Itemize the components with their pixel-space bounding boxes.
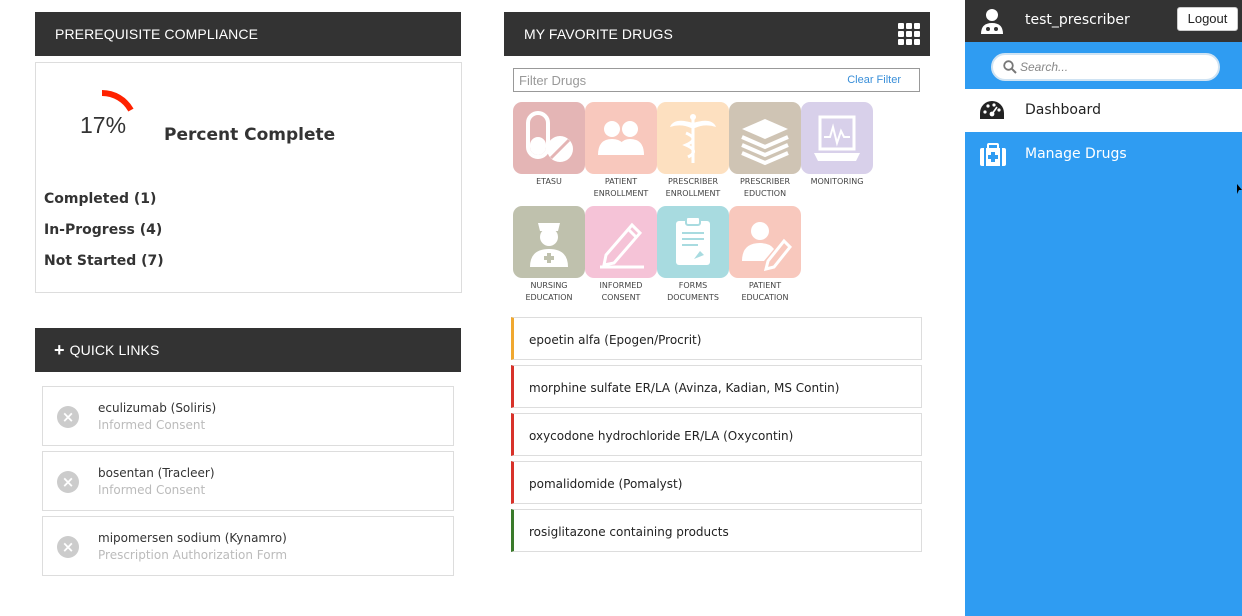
in-progress-count: In-Progress (4) bbox=[44, 222, 163, 238]
drug-name[interactable]: oxycodone hydrochloride ER/LA (Oxycontin… bbox=[529, 429, 793, 443]
tile-label: NURSING EDUCATION bbox=[525, 281, 573, 302]
quick-link-item[interactable]: × mipomersen sodium (Kynamro) Prescripti… bbox=[42, 516, 454, 576]
filter-drugs-input[interactable] bbox=[514, 69, 834, 91]
quick-link-sub: Prescription Authorization Form bbox=[98, 548, 288, 562]
tile-label: PRESCRIBER ENROLLMENT bbox=[665, 177, 721, 198]
username: test_prescriber bbox=[1025, 12, 1130, 28]
tile-nursing-education[interactable] bbox=[513, 206, 585, 278]
quick-link-item[interactable]: × eculizumab (Soliris) Informed Consent bbox=[42, 386, 454, 446]
tile-label: ETASU bbox=[536, 177, 562, 186]
monitor-icon bbox=[814, 115, 860, 161]
nav-label[interactable]: Manage Drugs bbox=[1025, 146, 1127, 162]
favorite-drugs-header: MY FAVORITE DRUGS bbox=[504, 12, 930, 56]
user-bar: test_prescriber Logout bbox=[965, 0, 1242, 42]
quick-links-title: QUICK LINKS bbox=[69, 342, 160, 358]
logout-button[interactable]: Logout bbox=[1177, 7, 1238, 31]
drug-name[interactable]: pomalidomide (Pomalyst) bbox=[529, 477, 682, 491]
clear-filter-link[interactable]: Clear Filter bbox=[847, 74, 901, 86]
quick-link-name[interactable]: eculizumab (Soliris) bbox=[98, 401, 216, 415]
drug-name[interactable]: rosiglitazone containing products bbox=[529, 525, 729, 539]
quick-link-sub: Informed Consent bbox=[98, 418, 206, 432]
drug-row-epoetin[interactable]: epoetin alfa (Epogen/Procrit) bbox=[511, 317, 922, 360]
percent-label: Percent Complete bbox=[164, 125, 336, 145]
quick-links-header[interactable]: + QUICK LINKS bbox=[35, 328, 461, 372]
pill-icon bbox=[526, 111, 573, 162]
tile-label: INFORMED CONSENT bbox=[599, 281, 643, 302]
drug-row-morphine[interactable]: morphine sulfate ER/LA (Avinza, Kadian, … bbox=[511, 365, 922, 408]
sidebar: test_prescriber Logout Dashboard bbox=[965, 0, 1242, 616]
drug-row-pomalidomide[interactable]: pomalidomide (Pomalyst) bbox=[511, 461, 922, 504]
medkit-icon bbox=[980, 143, 1006, 166]
grid-icon[interactable] bbox=[898, 23, 920, 45]
percent-value: 17% bbox=[80, 112, 127, 138]
tile-prescriber-enrollment[interactable] bbox=[657, 102, 729, 174]
tile-prescriber-eduction[interactable] bbox=[729, 102, 801, 174]
doctor-user-icon bbox=[981, 9, 1003, 34]
search-field bbox=[991, 53, 1220, 81]
tile-label: PATIENT ENROLLMENT bbox=[593, 177, 649, 198]
quick-link-item[interactable]: × bosentan (Tracleer) Informed Consent bbox=[42, 451, 454, 511]
compliance-title: PREREQUISITE COMPLIANCE bbox=[55, 26, 259, 42]
remove-icon[interactable]: × bbox=[57, 471, 79, 493]
filter-drugs-field: Clear Filter bbox=[513, 68, 920, 92]
nav-label[interactable]: Dashboard bbox=[1025, 102, 1101, 118]
remove-icon[interactable]: × bbox=[57, 406, 79, 428]
plus-icon[interactable]: + bbox=[54, 340, 65, 361]
nav-item-dashboard[interactable]: Dashboard bbox=[965, 89, 1242, 132]
drug-name[interactable]: epoetin alfa (Epogen/Procrit) bbox=[529, 333, 701, 347]
tile-label: FORMS DOCUMENTS bbox=[667, 281, 719, 302]
search-icon bbox=[1003, 60, 1017, 74]
dashboard-icon bbox=[980, 101, 1004, 119]
drug-row-rosiglitazone[interactable]: rosiglitazone containing products bbox=[511, 509, 922, 552]
tile-patient-education[interactable] bbox=[729, 206, 801, 278]
search-input[interactable] bbox=[1020, 57, 1210, 77]
tile-informed-consent[interactable] bbox=[585, 206, 657, 278]
tile-monitoring[interactable] bbox=[801, 102, 873, 174]
quick-link-name[interactable]: bosentan (Tracleer) bbox=[98, 466, 215, 480]
caduceus-icon bbox=[670, 114, 716, 163]
not-started-count: Not Started (7) bbox=[44, 253, 164, 269]
tile-patient-enrollment[interactable] bbox=[585, 102, 657, 174]
pencil-icon bbox=[600, 222, 644, 269]
quick-link-name[interactable]: mipomersen sodium (Kynamro) bbox=[98, 531, 287, 545]
tile-label: PRESCRIBER EDUCTION bbox=[739, 177, 791, 198]
remove-icon[interactable]: × bbox=[57, 536, 79, 558]
favorite-drugs-title: MY FAVORITE DRUGS bbox=[524, 26, 673, 42]
people-icon bbox=[598, 121, 644, 155]
forms-icon bbox=[676, 216, 710, 265]
tile-label: PATIENT EDUCATION bbox=[741, 281, 789, 302]
mouse-cursor-icon bbox=[1237, 184, 1242, 194]
patient-edit-icon bbox=[742, 222, 793, 271]
tile-etasu[interactable] bbox=[513, 102, 585, 174]
drug-name[interactable]: morphine sulfate ER/LA (Avinza, Kadian, … bbox=[529, 381, 839, 395]
completed-count: Completed (1) bbox=[44, 191, 157, 207]
compliance-header: PREREQUISITE COMPLIANCE bbox=[35, 12, 461, 56]
tile-label: MONITORING bbox=[810, 177, 864, 186]
drug-row-oxycodone[interactable]: oxycodone hydrochloride ER/LA (Oxycontin… bbox=[511, 413, 922, 456]
tile-forms-documents[interactable] bbox=[657, 206, 729, 278]
nav-item-manage-drugs[interactable]: Manage Drugs bbox=[965, 133, 1242, 176]
nurse-icon bbox=[530, 223, 568, 267]
books-icon bbox=[741, 119, 789, 166]
quick-link-sub: Informed Consent bbox=[98, 483, 206, 497]
